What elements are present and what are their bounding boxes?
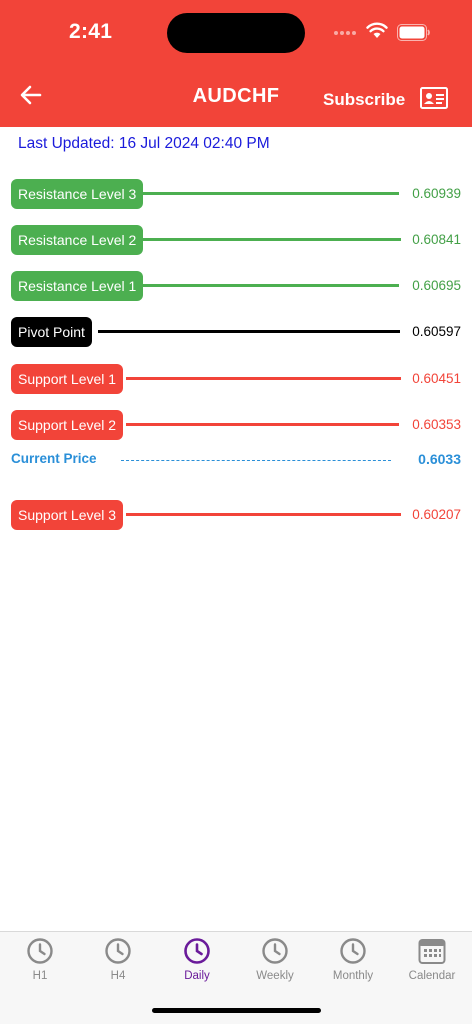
calendar-icon [418, 939, 446, 964]
tab-h4[interactable]: H4 [79, 932, 157, 992]
pivot-point-line [98, 330, 400, 333]
resistance-level-3-value: 0.60939 [412, 186, 461, 201]
current-price-label: Current Price [11, 451, 97, 466]
clock-icon [27, 938, 53, 964]
app-header: 2:41 AUDCHF Subscribe [0, 0, 472, 127]
clock-icon [340, 938, 366, 964]
resistance-level-2-row: Resistance Level 2 0.60841 [0, 225, 472, 255]
tab-weekly-label: Weekly [256, 970, 294, 982]
resistance-level-3-label: Resistance Level 3 [11, 179, 144, 209]
support-level-1-value: 0.60451 [412, 371, 461, 386]
tab-calendar[interactable]: Calendar [393, 932, 471, 992]
support-level-3-label: Support Level 3 [11, 500, 124, 530]
resistance-level-2-label: Resistance Level 2 [11, 225, 144, 255]
support-level-1-row: Support Level 1 0.60451 [0, 364, 472, 394]
current-price-line [121, 460, 391, 461]
contact-card-icon[interactable] [420, 87, 448, 109]
resistance-level-1-value: 0.60695 [412, 278, 461, 293]
support-level-2-row: Support Level 2 0.60353 [0, 410, 472, 440]
clock-icon [105, 938, 131, 964]
last-updated-text: Last Updated: 16 Jul 2024 02:40 PM [18, 135, 270, 152]
current-price-value: 0.6033 [418, 451, 461, 467]
support-level-2-line [126, 423, 399, 426]
clock-icon [184, 938, 210, 964]
support-level-3-row: Support Level 3 0.60207 [0, 500, 472, 530]
status-time: 2:41 [69, 20, 113, 43]
subscribe-button[interactable]: Subscribe [323, 90, 405, 110]
support-level-2-value: 0.60353 [412, 417, 461, 432]
resistance-level-3-line [143, 192, 399, 195]
tab-daily[interactable]: Daily [158, 932, 236, 992]
pivot-point-row: Pivot Point 0.60597 [0, 317, 472, 347]
support-level-1-label: Support Level 1 [11, 364, 124, 394]
battery-icon [397, 24, 430, 41]
tab-h1[interactable]: H1 [1, 932, 79, 992]
wifi-icon [366, 22, 388, 38]
resistance-level-3-row: Resistance Level 3 0.60939 [0, 179, 472, 209]
tab-monthly-label: Monthly [332, 970, 374, 982]
resistance-level-1-row: Resistance Level 1 0.60695 [0, 271, 472, 301]
tab-daily-label: Daily [184, 970, 210, 982]
tab-monthly[interactable]: Monthly [314, 932, 392, 992]
dynamic-island [167, 13, 305, 53]
support-level-1-line [126, 377, 401, 380]
tab-h1-label: H1 [32, 970, 48, 982]
resistance-level-2-line [143, 238, 401, 241]
signal-icon [334, 31, 356, 35]
pivot-point-value: 0.60597 [412, 324, 461, 339]
tab-calendar-label: Calendar [408, 970, 456, 982]
clock-icon [262, 938, 288, 964]
resistance-level-1-label: Resistance Level 1 [11, 271, 144, 301]
support-level-3-value: 0.60207 [412, 507, 461, 522]
home-indicator [152, 1008, 321, 1013]
support-level-2-label: Support Level 2 [11, 410, 124, 440]
resistance-level-1-line [141, 284, 399, 287]
support-level-3-line [126, 513, 401, 516]
resistance-level-2-value: 0.60841 [412, 232, 461, 247]
tab-h4-label: H4 [110, 970, 126, 982]
pivot-point-label: Pivot Point [11, 317, 92, 347]
tab-weekly[interactable]: Weekly [236, 932, 314, 992]
